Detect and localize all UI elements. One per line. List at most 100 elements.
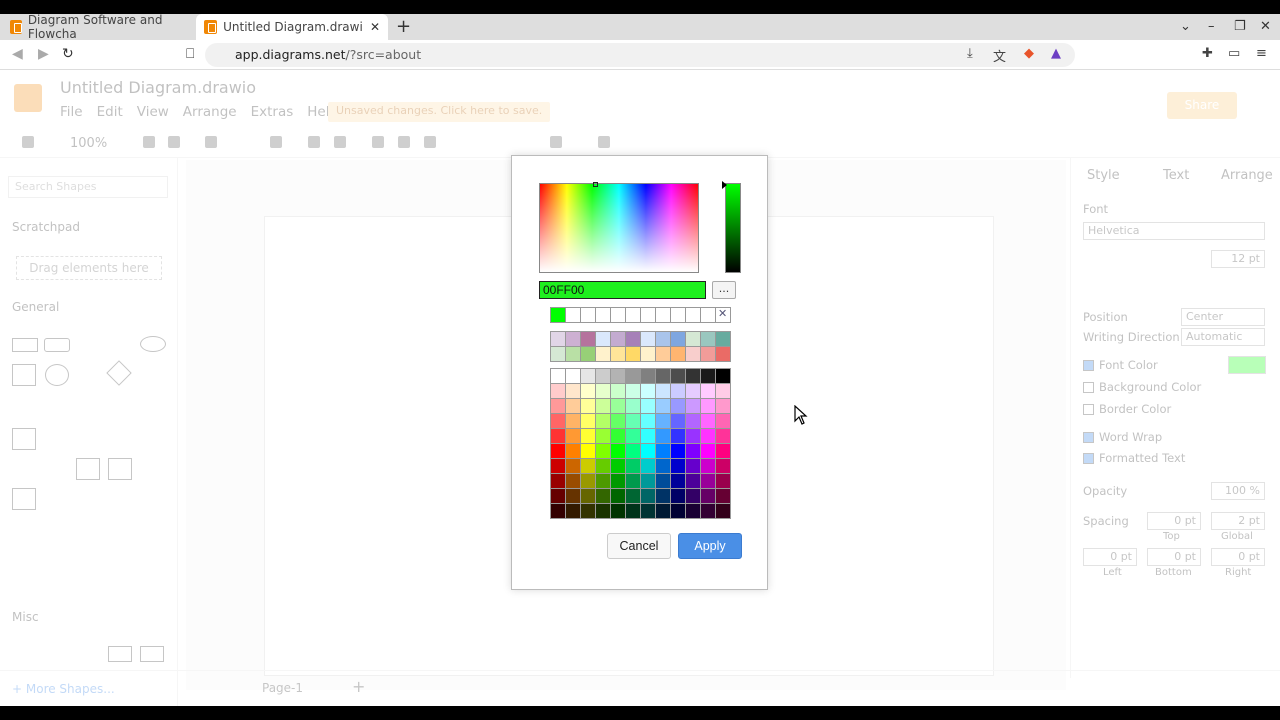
no-color-swatch[interactable] [716,307,731,323]
color-swatch[interactable] [596,332,611,347]
color-swatch[interactable] [716,474,731,489]
color-swatch[interactable] [656,474,671,489]
color-swatch[interactable] [551,414,566,429]
color-swatch[interactable] [581,308,596,323]
more-colors-button[interactable]: ... [712,281,736,299]
apply-button[interactable]: Apply [678,533,742,559]
color-swatch[interactable] [656,414,671,429]
to-front-icon[interactable] [308,136,320,148]
color-swatch[interactable] [611,369,626,384]
shape-item[interactable] [108,458,132,480]
rounded-rectangle-shape[interactable] [44,338,70,352]
color-swatch[interactable] [626,474,641,489]
add-page-icon[interactable]: + [352,677,365,696]
color-swatch[interactable] [656,332,671,347]
color-swatch[interactable] [596,384,611,399]
hue-slider[interactable] [722,181,741,273]
color-swatch[interactable] [686,347,701,362]
extensions-icon[interactable]: ✚ [1202,46,1213,61]
color-swatch[interactable] [581,369,596,384]
color-swatch[interactable] [641,429,656,444]
circle-shape[interactable] [45,364,69,386]
color-swatch[interactable] [701,504,716,519]
new-tab-button[interactable]: + [396,14,411,40]
color-swatch[interactable] [596,347,611,362]
color-swatch[interactable] [581,444,596,459]
color-swatch[interactable] [671,504,686,519]
color-swatch[interactable] [566,489,581,504]
color-swatch[interactable] [686,369,701,384]
color-swatch[interactable] [566,369,581,384]
color-swatch[interactable] [581,399,596,414]
color-swatch[interactable] [566,444,581,459]
brave-rewards-icon[interactable]: ▲ [1051,46,1061,61]
color-swatch[interactable] [701,347,716,362]
tab-style[interactable]: Style [1087,168,1120,183]
color-swatch[interactable] [686,504,701,519]
general-header[interactable]: General [12,300,59,314]
color-swatch[interactable] [686,332,701,347]
download-icon[interactable]: ⤓ [967,46,973,61]
maximize-icon[interactable]: ❐ [1234,14,1246,40]
font-color-checkbox[interactable] [1083,360,1094,371]
color-swatch[interactable] [566,459,581,474]
color-swatch[interactable] [596,504,611,519]
color-swatch[interactable] [641,384,656,399]
color-swatch[interactable] [641,369,656,384]
color-swatch[interactable] [641,332,656,347]
color-swatch[interactable] [686,429,701,444]
color-swatch[interactable] [566,399,581,414]
sv-cursor-icon[interactable] [593,182,598,187]
browser-tab-2[interactable]: Untitled Diagram.drawio - d ✕ [196,14,388,40]
color-swatch[interactable] [716,459,731,474]
document-title[interactable]: Untitled Diagram.drawio [60,78,256,97]
color-swatch[interactable] [656,347,671,362]
color-swatch[interactable] [596,489,611,504]
color-swatch[interactable] [641,474,656,489]
color-swatch[interactable] [596,308,611,323]
tab-text[interactable]: Text [1163,168,1189,183]
color-swatch[interactable] [686,489,701,504]
color-swatch[interactable] [686,384,701,399]
menu-view[interactable]: View [137,104,169,120]
color-swatch[interactable] [626,369,641,384]
color-swatch[interactable] [656,444,671,459]
color-swatch[interactable] [716,504,731,519]
color-swatch[interactable] [626,332,641,347]
unsaved-changes-banner[interactable]: Unsaved changes. Click here to save. [328,102,551,122]
tab-arrange[interactable]: Arrange [1221,168,1273,183]
color-swatch[interactable] [626,308,641,323]
square-shape[interactable] [12,364,36,386]
color-swatch[interactable] [671,347,686,362]
color-swatch[interactable] [701,444,716,459]
background-color-checkbox[interactable] [1083,382,1094,393]
ellipse-shape[interactable] [140,336,166,352]
color-swatch[interactable] [671,429,686,444]
fill-color-icon[interactable] [372,136,384,148]
back-icon[interactable]: ◀ [12,46,23,62]
color-swatch[interactable] [566,414,581,429]
color-swatch[interactable] [551,429,566,444]
color-swatch[interactable] [716,414,731,429]
color-swatch[interactable] [626,414,641,429]
color-swatch[interactable] [716,399,731,414]
rectangle-shape[interactable] [12,338,38,352]
color-swatch[interactable] [626,444,641,459]
tab-list-icon[interactable]: ⌄ [1180,14,1191,40]
color-swatch[interactable] [551,489,566,504]
color-swatch[interactable] [641,444,656,459]
color-swatch[interactable] [611,504,626,519]
color-swatch[interactable] [581,474,596,489]
hue-marker-icon[interactable] [722,181,727,189]
delete-icon[interactable] [270,136,282,148]
spacing-global-input[interactable]: 2 pt [1211,512,1265,530]
color-swatch[interactable] [716,369,731,384]
shape-item[interactable] [12,488,36,510]
search-shapes-input[interactable]: Search Shapes [8,176,168,198]
color-swatch[interactable] [566,308,581,323]
color-swatch[interactable] [551,308,566,323]
color-swatch[interactable] [596,399,611,414]
color-swatch[interactable] [671,414,686,429]
color-swatch[interactable] [656,489,671,504]
color-swatch[interactable] [701,384,716,399]
